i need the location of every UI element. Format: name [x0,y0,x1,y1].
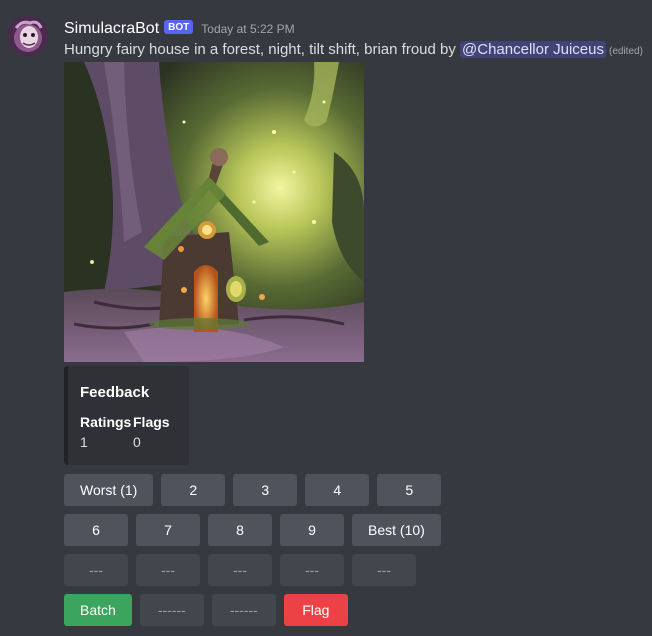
feedback-embed: Feedback Ratings 1 Flags 0 [64,366,189,465]
bot-tag: BOT [164,20,194,34]
author-avatar[interactable] [8,16,48,56]
rating-row-2: 6 7 8 9 Best (10) [64,514,441,546]
placeholder-button: --- [136,554,200,586]
rating-row-1: Worst (1) 2 3 4 5 [64,474,442,506]
rate-8-button[interactable]: 8 [208,514,272,546]
message-timestamp[interactable]: Today at 5:22 PM [201,22,294,36]
rate-1-button[interactable]: Worst (1) [64,474,154,506]
embed-field-value: 0 [133,434,141,450]
placeholder-button: --- [280,554,344,586]
embed-field-flags: Flags 0 [133,413,170,451]
rate-6-button[interactable]: 6 [64,514,128,546]
rate-5-button[interactable]: 5 [377,474,442,506]
embed-field-ratings: Ratings 1 [80,413,131,451]
rate-4-button[interactable]: 4 [305,474,370,506]
action-row: Batch ------ ------ Flag [64,594,348,626]
embed-title: Feedback [80,384,150,401]
placeholder-row: --- --- --- --- --- [64,554,416,586]
batch-button[interactable]: Batch [64,594,132,626]
message-header: SimulacraBot BOT Today at 5:22 PM [64,18,295,40]
user-mention[interactable]: @Chancellor Juiceus [460,41,606,58]
flag-button[interactable]: Flag [283,594,348,626]
chat-message: SimulacraBot BOT Today at 5:22 PM Hungry… [0,0,652,636]
fairy-house-image [64,62,364,362]
embed-field-value: 1 [80,434,88,450]
rate-7-button[interactable]: 7 [136,514,200,546]
placeholder-button: --- [208,554,272,586]
embed-field-name: Ratings [80,414,132,430]
author-username[interactable]: SimulacraBot [64,20,159,38]
rate-3-button[interactable]: 3 [233,474,298,506]
rate-2-button[interactable]: 2 [161,474,226,506]
message-text: Hungry fairy house in a forest, night, t… [64,41,461,58]
spacer-button: ------ [211,594,276,626]
message-content: Hungry fairy house in a forest, night, t… [64,39,643,63]
spacer-button: ------ [139,594,204,626]
rate-9-button[interactable]: 9 [280,514,344,546]
edited-label: (edited) [609,46,643,57]
placeholder-button: --- [352,554,416,586]
embed-field-name: Flags [133,414,170,430]
avatar-image [8,16,48,56]
image-attachment[interactable] [64,62,364,362]
rate-10-button[interactable]: Best (10) [352,514,441,546]
placeholder-button: --- [64,554,128,586]
